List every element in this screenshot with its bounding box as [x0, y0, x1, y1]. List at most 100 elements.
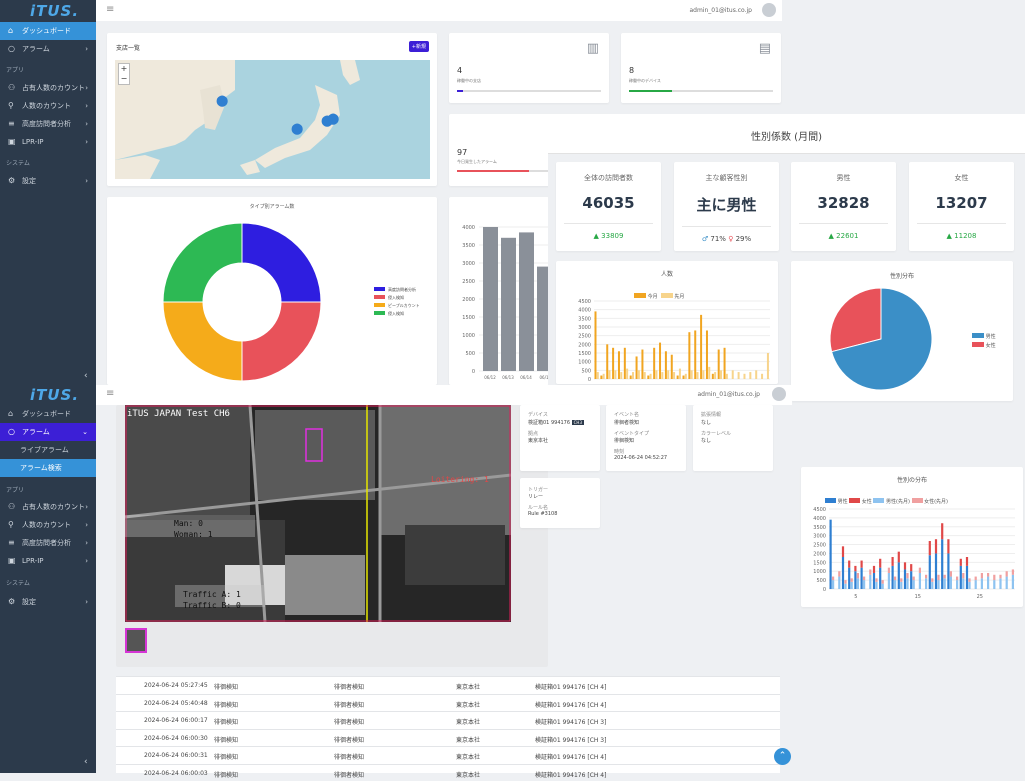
user-email[interactable]: admin_01@itus.co.jp [697, 391, 760, 398]
bar [941, 539, 944, 589]
bar [903, 562, 907, 570]
y-tick-label: 1000 [813, 569, 826, 575]
woman-count: Woman: 1 [174, 530, 213, 539]
sidebar-item-alarm[interactable]: ○ アラーム › [0, 40, 96, 58]
collapse-sidebar-icon[interactable]: ‹ [84, 757, 88, 767]
bar [755, 370, 758, 379]
add-branch-button[interactable]: +新規 [408, 41, 429, 52]
people-chart[interactable]: 4500 4000 3500 3000 2500 2000 1500 1000 500 0 [556, 261, 778, 384]
sidebar-item-analytics[interactable]: ≡ 高度訪問者分析 › [0, 534, 96, 552]
bar [731, 370, 734, 379]
gender-bar-card: 性別の分布 男性 女性 男性(先月) 女性(先月) 4500 4000 3500 30… [801, 467, 1023, 607]
stat-card-devices: ▤ 8 稼働中のデバイス [621, 33, 781, 103]
bar [962, 573, 965, 579]
map-pin-icon[interactable]: ⬤ [291, 122, 303, 135]
sidebar-subitem-alarm-search[interactable]: アラーム検索 [0, 459, 96, 477]
table-row[interactable]: 2024-06-24 05:40:48 徘徊検知 徘徊者検知 東京本社 検証箱01 99… [116, 693, 780, 711]
sidebar-item-settings[interactable]: ⚙ 設定 › [0, 593, 96, 611]
table-row[interactable]: 2024-06-24 06:00:31 徘徊検知 徘徊者検知 東京本社 検証箱01 99… [116, 746, 780, 763]
bar [841, 546, 845, 557]
y-tick-label: 4000 [578, 308, 591, 314]
female-icon: ♀ [728, 235, 734, 243]
section-system-label: システム [6, 160, 30, 167]
table-cell-time: 2024-06-24 05:27:45 [144, 682, 208, 689]
y-tick-label: 3000 [578, 325, 591, 331]
gender-bar-chart[interactable]: 4500 4000 3500 3000 2500 2000 1500 1000 500 0 5 15 2… [801, 467, 1023, 607]
x-tick-label: 06/12 [484, 375, 496, 380]
bar [714, 372, 717, 379]
y-tick-label: 4000 [462, 225, 475, 231]
bar [635, 356, 638, 379]
bar [690, 370, 693, 379]
sidebar-item-dashboard[interactable]: ⌂ ダッシュボード [0, 22, 96, 40]
zoom-out-button[interactable]: − [119, 74, 129, 84]
sidebar-item-counting[interactable]: ⚲ 人数のカウント › [0, 516, 96, 534]
map[interactable]: ⬤ ⬤ ⬤ ⬤ + − [115, 60, 430, 179]
hamburger-icon[interactable]: ≡ [106, 388, 114, 399]
bar [626, 368, 629, 379]
sidebar-item-occupancy[interactable]: ⚇ 占有人数のカウント › [0, 79, 96, 97]
snapshot-thumbnail[interactable] [125, 628, 147, 653]
sidebar-subitem-live-alarm[interactable]: ライブアラーム [0, 441, 96, 459]
collapse-sidebar-icon[interactable]: ‹ [84, 371, 88, 381]
app-logo[interactable]: iTUS. [30, 2, 79, 20]
sidebar-item-occupancy[interactable]: ⚇ 占有人数のカウント › [0, 498, 96, 516]
table-row[interactable]: 2024-06-24 05:27:45 徘徊検知 徘徊者検知 東京本社 検証箱01 99… [116, 676, 780, 693]
alarm-trend-chart[interactable]: 4000 3500 3000 2500 2000 1500 1000 500 0 06/12 06/… [449, 197, 549, 385]
sidebar-item-settings[interactable]: ⚙ 設定 › [0, 172, 96, 190]
avatar[interactable] [772, 387, 786, 401]
male-icon: ♂ [701, 235, 709, 243]
bar [614, 370, 617, 379]
table-row[interactable]: 2024-06-24 06:00:30 徘徊検知 徘徊者検知 東京本社 検証箱01 99… [116, 728, 780, 746]
gear-icon: ⚙ [8, 176, 16, 185]
sidebar-item-alarm[interactable]: ○ アラーム ⌄ [0, 423, 96, 441]
hamburger-icon[interactable]: ≡ [106, 4, 114, 15]
stat-label: 稼働中の支店 [457, 78, 481, 83]
counter-icon: ⚲ [8, 101, 14, 110]
loitering-label: Loitering: 1 [431, 475, 489, 484]
sidebar-item-analytics[interactable]: ≡ 高度訪問者分析 › [0, 115, 96, 133]
y-tick-label: 500 [816, 578, 826, 584]
bar [906, 578, 909, 589]
bar [661, 372, 664, 379]
kpi-total-visitors: 全体の訪問者数 46035 ▲ 33809 [556, 162, 661, 251]
camera-icon: ▣ [8, 137, 16, 146]
donut-chart[interactable] [157, 219, 327, 384]
map-pin-icon[interactable]: ⬤ [321, 114, 333, 127]
bar [962, 578, 965, 589]
sidebar-item-counting[interactable]: ⚲ 人数のカウント › [0, 97, 96, 115]
people-icon: ⚇ [8, 502, 16, 511]
bar [678, 368, 681, 379]
bar [620, 372, 623, 379]
table-cell-time: 2024-06-24 06:00:17 [144, 717, 208, 724]
bar [519, 232, 534, 371]
scroll-to-top-button[interactable]: ⌃ [774, 748, 791, 765]
app-logo[interactable]: iTUS. [30, 386, 79, 404]
kpi-female: 女性 13207 ▲ 11208 [909, 162, 1014, 251]
bar [612, 347, 615, 379]
sidebar-item-lpr[interactable]: ▣ LPR-IP › [0, 552, 96, 570]
bar [959, 565, 962, 589]
alarm-table: 2024-06-24 05:27:45 徘徊検知 徘徊者検知 東京本社 検証箱01 99… [116, 676, 780, 779]
table-row[interactable]: 2024-06-24 06:00:17 徘徊検知 徘徊者検知 東京本社 検証箱01 99… [116, 711, 780, 728]
map-pin-icon[interactable]: ⬤ [216, 94, 228, 107]
sidebar-item-lpr[interactable]: ▣ LPR-IP › [0, 133, 96, 151]
bar [965, 557, 969, 566]
camera-snapshot[interactable]: iTUS JAPAN Test CH6 Loitering: 1 Man: 0 … [125, 405, 511, 622]
bar [659, 342, 662, 379]
bar [844, 583, 847, 589]
zoom-in-button[interactable]: + [119, 64, 129, 74]
table-row[interactable]: 2024-06-24 06:00:03 徘徊検知 徘徊者検知 東京本社 検証箱01 99… [116, 763, 780, 781]
user-email[interactable]: admin_01@itus.co.jp [689, 7, 752, 14]
legend-item: 女性 [972, 342, 996, 351]
table-cell-site: 東京本社 [456, 701, 481, 709]
avatar[interactable] [762, 3, 776, 17]
gender-pie-chart[interactable] [821, 283, 941, 395]
bar [956, 576, 959, 581]
kpi-male: 男性 32828 ▲ 22601 [791, 162, 896, 251]
sidebar-item-dashboard[interactable]: ⌂ ダッシュボード [0, 405, 96, 423]
donut-legend: 高度訪問者分析 侵入検知 ピープルカウント 侵入検知 [374, 286, 420, 318]
map-card: 支店一覧 +新規 ⬤ ⬤ ⬤ ⬤ + − [107, 33, 437, 186]
bar [918, 567, 921, 573]
bar [875, 581, 878, 589]
